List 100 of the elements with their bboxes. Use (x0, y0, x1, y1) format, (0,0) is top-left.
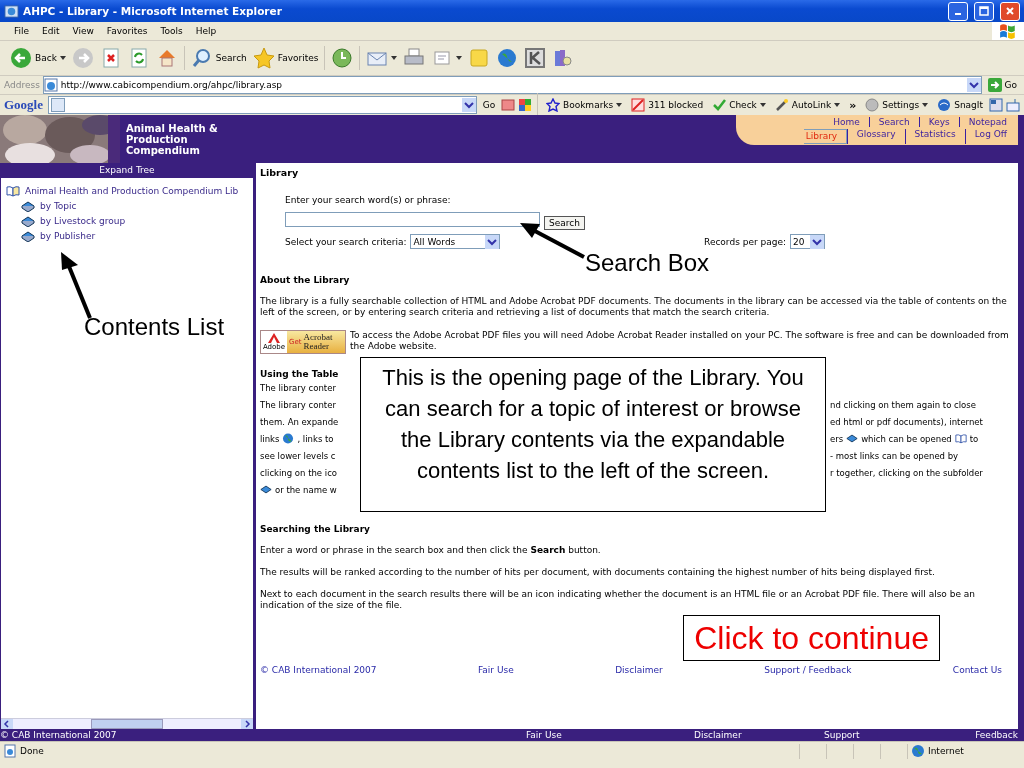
globe-icon (282, 433, 295, 444)
text-fragment: which can be opened (861, 433, 952, 444)
books-icon (552, 47, 575, 69)
toolbar-button[interactable]: » (846, 98, 860, 112)
maximize-button[interactable] (974, 1, 994, 21)
tree-item[interactable]: by Publisher (6, 228, 253, 243)
arrow-icon (987, 78, 1002, 92)
nav-link[interactable]: Search (868, 116, 919, 127)
browser-icon (4, 3, 19, 19)
records-dropdown[interactable]: 20 (790, 234, 825, 249)
search-button[interactable]: Search (188, 44, 249, 72)
toolbar-button[interactable]: Settings (862, 98, 932, 112)
paragraph: The results will be ranked according to the number of hits per document, with documents containing the highest number of hits being displayed first. (260, 567, 936, 578)
paragraph: To access the Adobe Acrobat PDF files you will need Adobe Acrobat Reader installed on your PC. The software is free and can be downloaded from the Adobe website. (350, 330, 1010, 352)
star-icon (252, 47, 275, 69)
tree-item[interactable]: by Livestock group (6, 213, 253, 228)
toolbar-button[interactable]: Bookmarks (542, 98, 626, 112)
menu-item[interactable]: Tools (160, 26, 183, 36)
menu-item[interactable]: View (72, 26, 94, 36)
text-fragment: nd clicking on them again to close (830, 399, 976, 410)
note-icon (468, 47, 491, 69)
puzzle-icon[interactable] (518, 98, 533, 112)
book-icon (21, 199, 35, 212)
google-search-field[interactable] (48, 96, 477, 114)
toolbar-button[interactable]: SnagIt (934, 98, 986, 112)
book-icon (846, 433, 859, 444)
window-title: AHPC - Library - Microsoft Internet Explorer (23, 5, 282, 17)
google-go-button[interactable]: Go (479, 100, 499, 110)
callout: This is the opening page of the Library. You can search for a topic of interest or browse the Library contents via the expandable contents list to the left of the screen. (360, 357, 826, 512)
footer-link[interactable]: Disclaimer (694, 730, 824, 740)
clock-icon (331, 47, 354, 69)
footer-link[interactable]: Contact Us (952, 665, 1002, 675)
section-heading: Using the Table (260, 369, 340, 379)
toolbar-button[interactable]: AutoLink (771, 98, 844, 112)
menu-item[interactable]: File (14, 26, 30, 36)
book-icon (260, 484, 272, 495)
nav-link[interactable]: Glossary (846, 128, 905, 144)
close-button[interactable] (1000, 1, 1020, 21)
toolbar-button[interactable]: Check (709, 98, 769, 112)
tree-item[interactable]: by Topic (6, 198, 253, 213)
toolbar-button[interactable]: 311 blocked (628, 98, 707, 112)
site-title: Animal Health & (126, 122, 218, 134)
scroll-left-icon[interactable] (1, 719, 13, 729)
search-field[interactable] (285, 211, 540, 227)
paragraph: Next to each document in the search results there will be an icon indicating whether the document is an HTML file or an Acrobat PDF file. There will also be an indication of the size of the file. (260, 589, 977, 611)
text-fragment: links (260, 433, 280, 444)
window-icon[interactable] (989, 98, 1003, 112)
favorites-button[interactable]: Favorites (250, 44, 321, 72)
records-label: Records per page: (704, 236, 786, 247)
text-fragment: r together, clicking on the subfolder (830, 467, 983, 478)
scroll-right-icon[interactable] (241, 719, 253, 729)
nav-link[interactable]: Notepad (958, 116, 1016, 127)
open-book-icon (954, 433, 967, 444)
toolbar-icon[interactable] (501, 98, 516, 112)
minimize-button[interactable] (948, 1, 968, 21)
footer-link[interactable]: © CAB International 2007 (260, 665, 377, 675)
nav-link[interactable]: Statistics (904, 128, 965, 144)
site-title: Production (126, 133, 189, 145)
nav-link[interactable]: Home (824, 116, 869, 127)
globe-icon (911, 744, 925, 758)
text-fragment: , links to (297, 433, 334, 444)
footer-link[interactable]: Disclaimer (615, 665, 663, 675)
tree-item[interactable]: Animal Health and Production Compendium Lib (6, 183, 253, 198)
menu-item[interactable]: Help (195, 26, 217, 36)
caret-icon (59, 56, 66, 60)
nav-link[interactable]: Keys (918, 116, 959, 127)
footer-link[interactable]: © CAB International 2007 (0, 730, 526, 740)
book-icon (21, 229, 35, 242)
minimize-icon (955, 13, 961, 15)
footer-link[interactable]: Support (824, 730, 976, 740)
menu-item[interactable]: Edit (42, 26, 60, 36)
address-field[interactable]: http://www.cabicompendium.org/ahpc/library.asp (42, 76, 982, 94)
scrollbar[interactable] (1, 718, 253, 729)
back-button[interactable]: Back (8, 44, 68, 72)
expand-tree-button[interactable]: Expand Tree (1, 163, 253, 178)
page-icon (43, 78, 58, 92)
nav-link[interactable]: Log Off (964, 128, 1016, 144)
search-prompt: Enter your search word(s) or phrase: (285, 195, 452, 205)
star-icon (545, 98, 560, 112)
footer-link[interactable]: Fair Use (526, 730, 694, 740)
footer-link[interactable]: Support / Feedback (764, 665, 852, 675)
close-icon (1005, 6, 1015, 16)
continue-button[interactable]: Click to continue (683, 615, 940, 661)
page-icon (3, 744, 17, 758)
address-label: Address (4, 80, 40, 90)
check-mark-icon (712, 98, 727, 112)
zone-text: Internet (928, 746, 964, 756)
go-button[interactable]: Go (984, 78, 1020, 92)
tray-icon[interactable] (1006, 98, 1020, 112)
search-button[interactable]: Search (544, 216, 585, 230)
open-book-icon (6, 184, 20, 197)
pointer-arrow (61, 252, 92, 319)
caret-icon (456, 56, 463, 60)
footer-link[interactable]: Feedback (975, 730, 1018, 740)
paragraph: Enter a word or phrase in the search box and then click the Search button. (260, 545, 602, 556)
book-icon (21, 214, 35, 227)
criteria-dropdown[interactable]: All Words (410, 234, 501, 249)
menu-item[interactable]: Favorites (106, 26, 148, 36)
footer-link[interactable]: Fair Use (478, 665, 514, 675)
wand-icon (774, 98, 789, 112)
